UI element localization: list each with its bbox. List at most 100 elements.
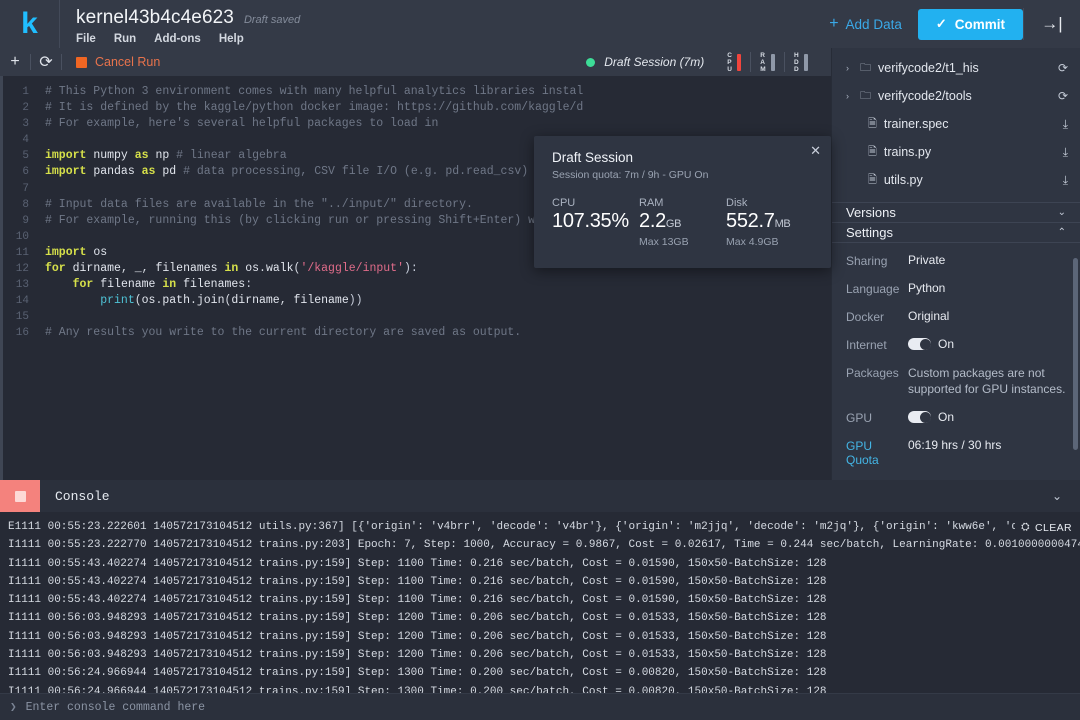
meter-hdd-label: HDD: [794, 52, 799, 73]
file-name: trains.py: [884, 145, 1063, 159]
file-row[interactable]: ›🗀verifycode2/tools⟳: [832, 82, 1080, 110]
code-line: print(os.path.join(dirname, filename)): [45, 293, 831, 309]
clear-console-button[interactable]: ⛭ CLEAR: [1015, 521, 1072, 534]
session-stat-label: RAM: [639, 197, 726, 209]
menu-help[interactable]: Help: [219, 33, 244, 45]
console-stop-button[interactable]: [0, 480, 40, 512]
line-number: 5: [3, 148, 29, 164]
plus-icon: +: [829, 16, 838, 32]
prompt-caret-icon: ❯: [10, 700, 17, 714]
download-icon[interactable]: ⤓: [1063, 117, 1068, 132]
setting-toggle-wrap: On: [908, 337, 954, 351]
download-icon[interactable]: ⤓: [1063, 173, 1068, 188]
toggle-switch[interactable]: [908, 338, 931, 350]
session-stat-unit: MB: [775, 218, 791, 230]
file-name: utils.py: [884, 173, 1063, 187]
console-command-input[interactable]: [26, 701, 1080, 714]
line-number: 6: [3, 164, 29, 180]
console-header: Console ⌄: [0, 480, 1080, 512]
add-cell-button[interactable]: +: [0, 53, 30, 71]
kaggle-logo[interactable]: k: [0, 0, 60, 48]
settings-body: SharingPrivateLanguagePythonDockerOrigin…: [832, 243, 1080, 480]
console-log-line: I1111 00:55:43.402274 140572173104512 tr…: [8, 555, 1080, 573]
line-number: 8: [3, 197, 29, 213]
file-row[interactable]: 🗎trains.py⤓: [832, 138, 1080, 166]
folder-icon: 🗀: [860, 59, 871, 78]
session-status[interactable]: Draft Session (7m): [586, 55, 704, 69]
setting-key: Docker: [846, 309, 908, 324]
session-stat-value: 107.35%: [552, 210, 639, 233]
sidebar-scrollbar[interactable]: [1073, 258, 1078, 450]
chevron-right-icon[interactable]: ›: [846, 63, 860, 73]
session-stat-unit: GB: [666, 218, 681, 230]
menu-addons[interactable]: Add-ons: [154, 33, 201, 45]
line-number: 10: [3, 229, 29, 245]
versions-section-header[interactable]: Versions ⌄: [832, 203, 1080, 223]
meter-hdd[interactable]: HDD: [785, 52, 817, 72]
refresh-icon[interactable]: ⟳: [1058, 89, 1068, 103]
setting-value[interactable]: Private: [908, 253, 1066, 267]
console-log-line: I1111 00:56:24.966944 140572173104512 tr…: [8, 664, 1080, 682]
line-number: 12: [3, 261, 29, 277]
add-data-label: Add Data: [846, 17, 902, 32]
file-icon: 🗎: [868, 115, 877, 134]
chevron-right-icon[interactable]: ›: [846, 91, 860, 101]
file-row[interactable]: 🗎trainer.spec⤓: [832, 110, 1080, 138]
file-row[interactable]: ›🗀verifycode2/t1_his⟳: [832, 54, 1080, 82]
setting-key[interactable]: GPU Quota: [846, 438, 908, 467]
line-number: 16: [3, 325, 29, 341]
console-log-area[interactable]: E1111 00:55:23.222601 140572173104512 ut…: [0, 512, 1080, 693]
console-log-line: I1111 00:55:43.402274 140572173104512 tr…: [8, 573, 1080, 591]
add-data-button[interactable]: + Add Data: [829, 16, 902, 32]
code-line: # This Python 3 environment comes with m…: [45, 84, 831, 100]
chevron-up-icon: ⌃: [1058, 227, 1066, 238]
line-number: 14: [3, 293, 29, 309]
setting-value[interactable]: Python: [908, 281, 1066, 295]
title-row: kernel43b4c4e623 Draft saved: [76, 7, 300, 29]
app-header: k kernel43b4c4e623 Draft saved File Run …: [0, 0, 1080, 48]
session-stat-value: 2.2GB: [639, 210, 726, 233]
setting-value: 06:19 hrs / 30 hrs: [908, 438, 1066, 452]
menu-file[interactable]: File: [76, 33, 96, 45]
meter-cpu[interactable]: CPU: [718, 52, 751, 72]
stop-square-icon: [76, 57, 87, 68]
meter-hdd-bar: [804, 54, 808, 71]
console-collapse-button[interactable]: ⌄: [1052, 489, 1080, 503]
line-number: 4: [3, 132, 29, 148]
toggle-switch[interactable]: [908, 411, 931, 423]
code-line: # Any results you write to the current d…: [45, 325, 831, 341]
line-number: 13: [3, 277, 29, 293]
commit-button[interactable]: ✓ Commit: [918, 9, 1023, 40]
settings-label: Settings: [846, 225, 893, 240]
console-command-bar: ❯: [0, 693, 1080, 720]
setting-value[interactable]: Original: [908, 309, 1066, 323]
clear-label: CLEAR: [1035, 522, 1072, 534]
meter-ram-bar: [771, 54, 775, 71]
plus-icon: +: [10, 53, 19, 71]
collapse-panel-button[interactable]: →|: [1024, 0, 1080, 48]
settings-section-header[interactable]: Settings ⌃: [832, 223, 1080, 243]
meter-ram[interactable]: RAM: [751, 52, 785, 72]
line-number-gutter: 12345678910111213141516: [3, 76, 37, 480]
file-icon: 🗎: [868, 171, 877, 190]
refresh-icon[interactable]: ⟳: [1058, 61, 1068, 75]
session-popup: ✕ Draft Session Session quota: 7m / 9h -…: [534, 136, 831, 268]
close-icon[interactable]: ✕: [810, 143, 821, 159]
session-status-label: Draft Session (7m): [604, 55, 704, 69]
session-stat: CPU107.35%: [552, 197, 639, 248]
console-log-line: I1111 00:55:43.402274 140572173104512 tr…: [8, 591, 1080, 609]
setting-row: DockerOriginal: [832, 309, 1080, 324]
menu-run[interactable]: Run: [114, 33, 136, 45]
console-log-line: I1111 00:56:03.948293 140572173104512 tr…: [8, 646, 1080, 664]
setting-key: GPU: [846, 410, 908, 425]
cancel-run-button[interactable]: Cancel Run: [62, 55, 160, 69]
file-row[interactable]: 🗎 utils.py⤓: [832, 166, 1080, 194]
restart-session-button[interactable]: ⟳: [31, 52, 61, 72]
setting-row: GPU Quota06:19 hrs / 30 hrs: [832, 438, 1080, 467]
download-icon[interactable]: ⤓: [1063, 145, 1068, 160]
cancel-run-label: Cancel Run: [95, 55, 160, 69]
console-log-line: E1111 00:55:23.222601 140572173104512 ut…: [8, 518, 1080, 536]
session-stat: RAM2.2GBMax 13GB: [639, 197, 726, 248]
setting-row: SharingPrivate: [832, 253, 1080, 268]
kernel-title[interactable]: kernel43b4c4e623: [76, 7, 234, 29]
